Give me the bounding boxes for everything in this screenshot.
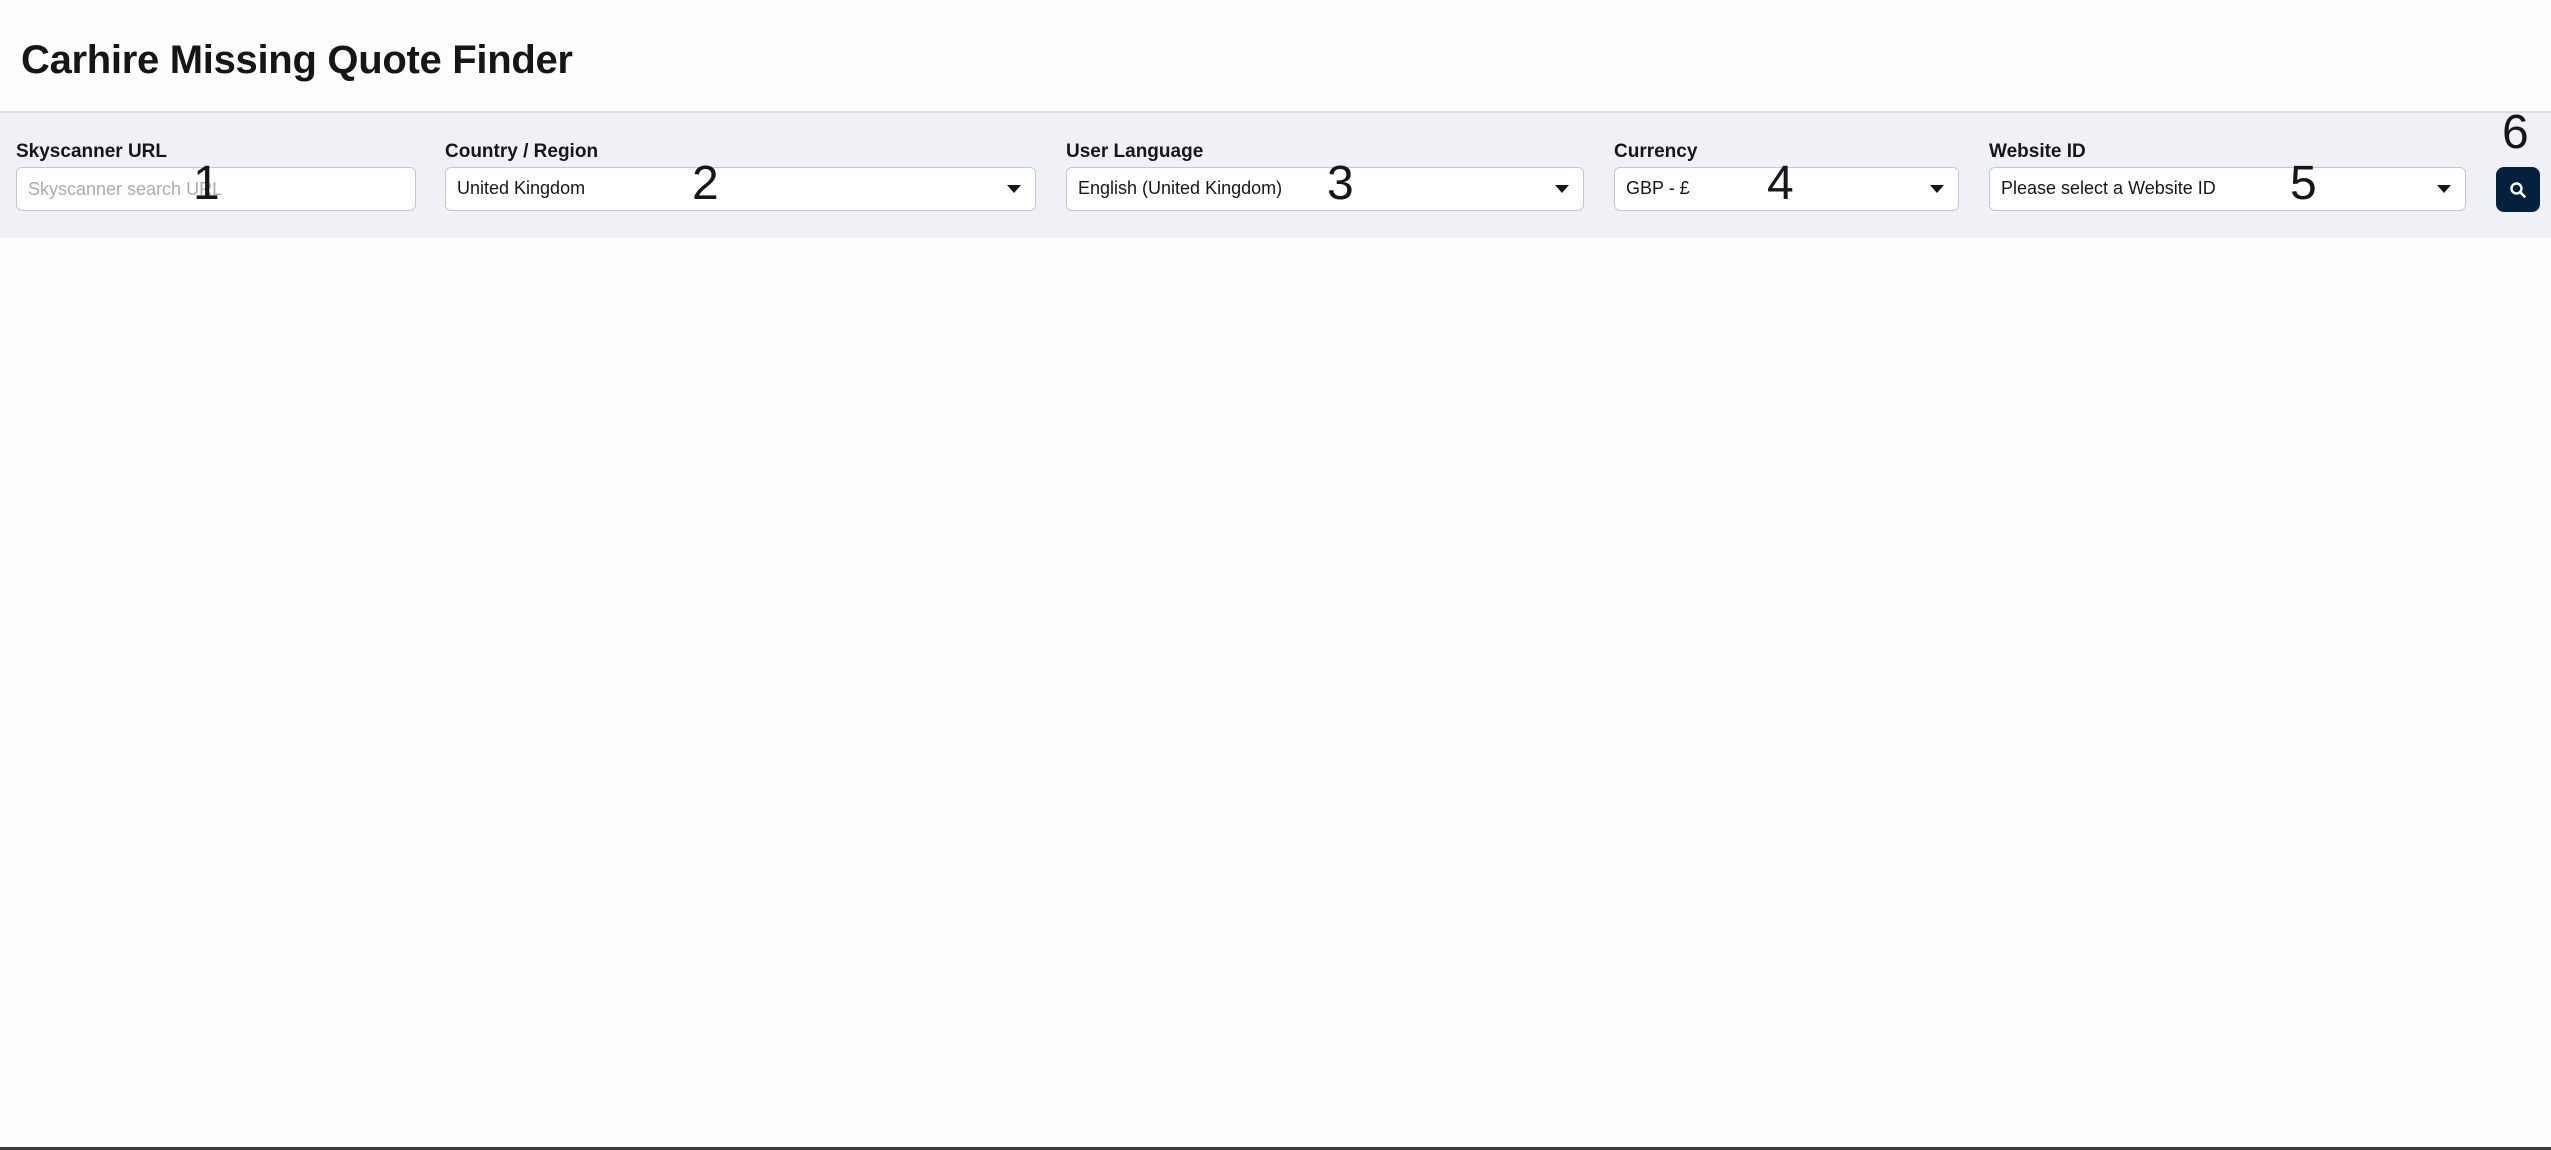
- website-id-selected-value: Please select a Website ID: [2001, 178, 2216, 198]
- language-label: User Language: [1066, 141, 1204, 162]
- search-icon: [2510, 181, 2526, 198]
- country-label: Country / Region: [445, 141, 599, 162]
- currency-label: Currency: [1614, 141, 1698, 162]
- website-id-label: Website ID: [1989, 141, 2086, 162]
- website-id-select[interactable]: Please select a Website ID: [1989, 167, 2466, 211]
- search-button[interactable]: [2496, 167, 2540, 212]
- currency-selected-value: GBP - £: [1626, 178, 1690, 198]
- page-title: Carhire Missing Quote Finder: [21, 38, 573, 82]
- chevron-down-icon: [1930, 185, 1944, 193]
- annotation-marker-2: 2: [692, 157, 719, 210]
- annotation-marker-5: 5: [2290, 157, 2317, 210]
- annotation-marker-1: 1: [193, 157, 220, 210]
- search-toolbar: Skyscanner URL Country / Region United K…: [0, 113, 2551, 238]
- annotation-marker-6: 6: [2502, 106, 2529, 159]
- page-header: Carhire Missing Quote Finder: [0, 0, 2551, 113]
- language-selected-value: English (United Kingdom): [1078, 178, 1283, 198]
- chevron-down-icon: [2437, 185, 2451, 193]
- annotation-marker-4: 4: [1767, 157, 1794, 210]
- chevron-down-icon: [1555, 185, 1569, 193]
- language-select[interactable]: English (United Kingdom): [1066, 167, 1584, 211]
- country-selected-value: United Kingdom: [457, 178, 586, 198]
- country-select[interactable]: United Kingdom: [445, 167, 1036, 211]
- skyscanner-url-label: Skyscanner URL: [16, 141, 168, 162]
- annotation-marker-3: 3: [1327, 157, 1354, 210]
- chevron-down-icon: [1007, 185, 1021, 193]
